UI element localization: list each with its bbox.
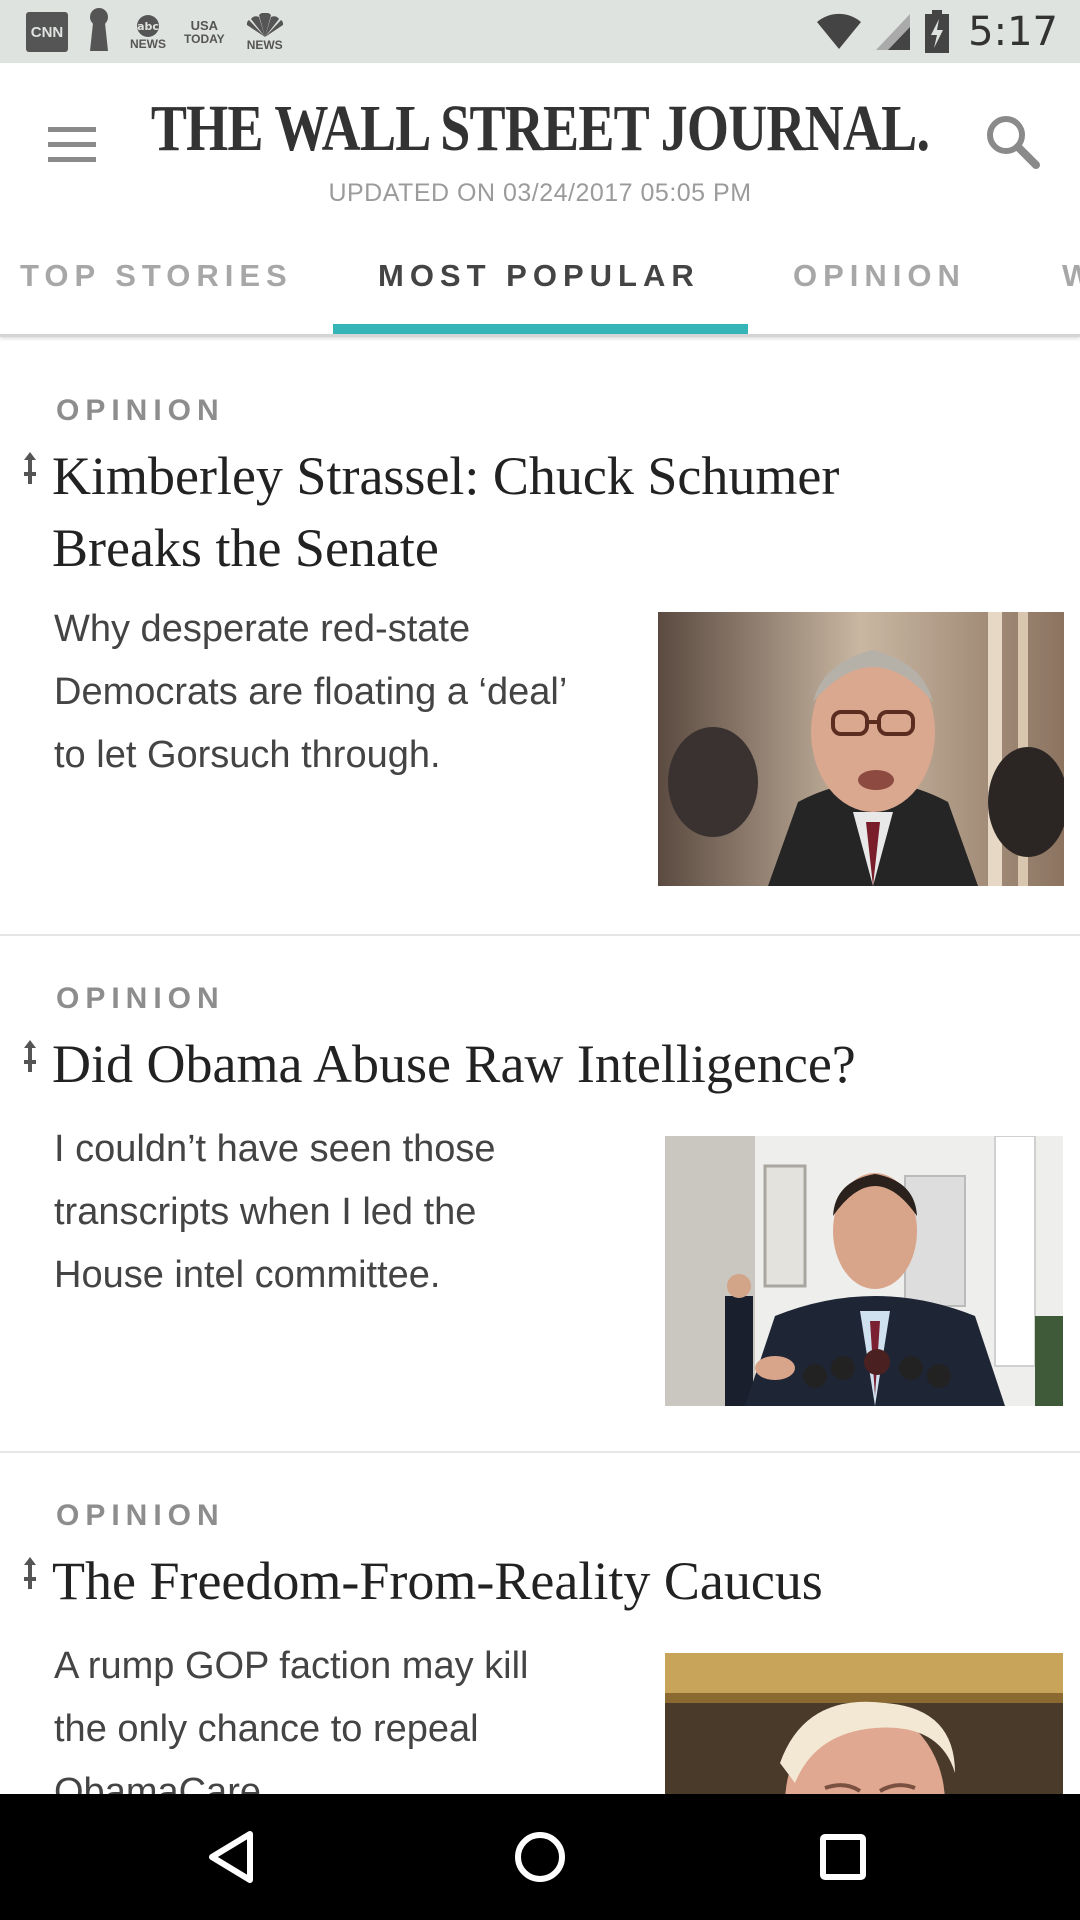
article-headline[interactable]: The Freedom-From-Reality Caucus — [52, 1545, 1052, 1617]
article-headline[interactable]: Did Obama Abuse Raw Intelligence? — [52, 1028, 1052, 1100]
section-tabs: TOP STORIES MOST POPULAR OPINION W — [0, 241, 1080, 334]
wifi-icon — [817, 13, 862, 49]
cnn-icon: CNN — [26, 12, 68, 52]
keyhole-icon — [86, 7, 112, 58]
article-card[interactable]: OPINION Did Obama Abuse Raw Intelligence… — [0, 936, 1080, 1453]
recents-square-icon[interactable] — [808, 1822, 878, 1892]
article-kicker: OPINION — [56, 982, 225, 1015]
tab-most-popular[interactable]: MOST POPULAR — [378, 241, 700, 334]
opinion-pen-icon — [24, 1040, 36, 1072]
notification-icons: CNN abc NEWS USA TODAY NEWS — [26, 7, 287, 58]
nbc-news-icon: NEWS — [243, 12, 287, 52]
article-summary: I couldn’t have seen those transcripts w… — [54, 1128, 496, 1296]
tab-top-stories[interactable]: TOP STORIES — [20, 241, 293, 334]
article-summary: Why desperate red-state Democrats are fl… — [54, 608, 568, 776]
abc-news-icon: abc NEWS — [130, 14, 166, 51]
back-triangle-icon[interactable] — [200, 1822, 270, 1892]
usa-today-icon: USA TODAY — [184, 17, 225, 46]
search-icon[interactable] — [978, 107, 1048, 177]
active-tab-indicator — [333, 324, 748, 334]
article-thumbnail[interactable] — [665, 1136, 1063, 1406]
article-kicker: OPINION — [56, 394, 225, 427]
updated-timestamp: UPDATED ON 03/24/2017 05:05 PM — [328, 179, 752, 207]
article-headline[interactable]: Kimberley Strassel: Chuck Schumer Breaks… — [52, 440, 1052, 584]
article-kicker: OPINION — [56, 1499, 225, 1532]
system-nav-bar — [0, 1794, 1080, 1920]
opinion-pen-icon — [24, 1557, 36, 1589]
battery-charging-icon — [925, 9, 950, 53]
article-thumbnail[interactable] — [658, 612, 1064, 886]
masthead-logo: THE WALL STREET JOURNAL. — [150, 92, 930, 165]
signal-icon — [876, 13, 911, 50]
svg-text:abc: abc — [137, 20, 159, 33]
status-bar: CNN abc NEWS USA TODAY NEWS 5:17 — [0, 0, 1080, 63]
home-circle-icon[interactable] — [505, 1822, 575, 1892]
tab-partial[interactable]: W — [1062, 241, 1080, 334]
article-card[interactable]: OPINION Kimberley Strassel: Chuck Schume… — [0, 342, 1080, 936]
hamburger-menu-icon[interactable] — [42, 115, 102, 175]
clock: 5:17 — [968, 8, 1058, 55]
app-header: THE WALL STREET JOURNAL. UPDATED ON 03/2… — [0, 63, 1080, 337]
tab-opinion[interactable]: OPINION — [793, 241, 966, 334]
article-card[interactable]: OPINION The Freedom-From-Reality Caucus … — [0, 1453, 1080, 1853]
opinion-pen-icon — [24, 452, 36, 484]
